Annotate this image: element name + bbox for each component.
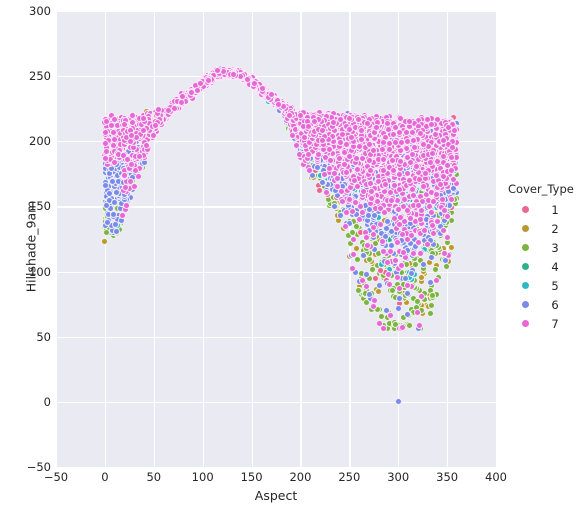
scatter-point [102, 201, 110, 209]
scatter-point [406, 215, 414, 223]
scatter-point [119, 212, 127, 220]
scatter-point [365, 157, 373, 165]
scatter-point [379, 155, 387, 163]
scatter-point [370, 211, 378, 219]
scatter-point [101, 238, 109, 246]
scatter-point [286, 111, 294, 119]
scatter-point [383, 258, 391, 266]
scatter-point [348, 207, 356, 215]
gridline-horizontal [56, 271, 496, 273]
gridline-vertical [300, 11, 302, 467]
scatter-point [376, 221, 384, 229]
scatter-point [134, 173, 142, 181]
scatter-point [259, 84, 267, 92]
scatter-point [414, 202, 422, 210]
scatter-point [288, 132, 296, 140]
scatter-point [127, 132, 135, 140]
scatter-point [154, 105, 162, 113]
scatter-point [414, 239, 422, 246]
scatter-point [362, 233, 370, 241]
scatter-point [102, 147, 110, 155]
scatter-point [428, 292, 436, 300]
scatter-point [395, 185, 403, 193]
scatter-point [379, 237, 387, 245]
scatter-point [439, 195, 447, 203]
scatter-point [142, 141, 150, 149]
scatter-point [385, 281, 393, 289]
scatter-point [369, 265, 377, 273]
scatter-point [439, 226, 447, 234]
scatter-point [345, 196, 353, 204]
scatter-point [375, 288, 383, 296]
scatter-point [194, 86, 202, 94]
scatter-point [395, 304, 403, 312]
scatter-point [394, 205, 402, 213]
scatter-point [318, 178, 326, 186]
scatter-point [342, 222, 350, 230]
scatter-point [399, 249, 407, 256]
scatter-point [330, 202, 338, 210]
scatter-point [300, 133, 308, 141]
scatter-point [364, 119, 372, 127]
scatter-point [150, 131, 158, 139]
scatter-point [102, 181, 110, 189]
scatter-point [359, 252, 367, 260]
scatter-point [337, 187, 345, 195]
scatter-point [428, 221, 436, 229]
scatter-point [382, 225, 390, 233]
scatter-point [354, 287, 362, 295]
scatter-point [393, 274, 401, 282]
scatter-point [355, 215, 363, 223]
scatter-point [120, 171, 128, 179]
scatter-point [407, 269, 415, 277]
scatter-point [379, 248, 387, 256]
scatter-point [416, 216, 424, 224]
scatter-point [405, 117, 413, 125]
scatter-point [352, 154, 360, 162]
scatter-point [376, 281, 384, 289]
scatter-point [128, 118, 136, 126]
scatter-point [426, 159, 434, 167]
gridline-horizontal [56, 11, 496, 13]
scatter-point [112, 228, 120, 236]
scatter-point [177, 98, 185, 106]
figure: −50 0 50 100 150 200 250 300 −50 0 50 100 150 200 250… [0, 0, 588, 513]
gridline-horizontal [56, 76, 496, 78]
scatter-point [403, 170, 411, 178]
scatter-point [427, 301, 435, 309]
gridline-vertical [56, 11, 58, 467]
scatter-point [187, 88, 195, 96]
scatter-point [420, 227, 428, 235]
scatter-point [102, 154, 110, 162]
scatter-point [105, 189, 113, 197]
scatter-point [110, 198, 118, 206]
scatter-point [397, 261, 405, 269]
scatter-point [398, 230, 406, 238]
scatter-point [427, 253, 435, 261]
scatter-point [342, 169, 350, 177]
scatter-point [394, 398, 402, 406]
scatter-point [342, 140, 350, 148]
scatter-point [304, 151, 312, 159]
scatter-point [229, 70, 237, 78]
scatter-point [131, 166, 139, 174]
scatter-point [357, 202, 365, 210]
scatter-point [123, 201, 131, 209]
scatter-point [431, 265, 439, 273]
scatter-point [429, 198, 437, 206]
scatter-point [405, 322, 413, 330]
scatter-point [349, 235, 357, 243]
scatter-point [426, 309, 434, 317]
plot-area [56, 11, 496, 467]
scatter-point [366, 255, 374, 263]
scatter-point [305, 167, 313, 175]
gridline-horizontal [56, 401, 496, 404]
scatter-point [251, 79, 259, 87]
gridline-horizontal [56, 336, 496, 338]
scatter-point [131, 183, 139, 191]
gridline-vertical [153, 11, 155, 467]
scatter-point [109, 211, 117, 219]
scatter-point [151, 121, 159, 129]
